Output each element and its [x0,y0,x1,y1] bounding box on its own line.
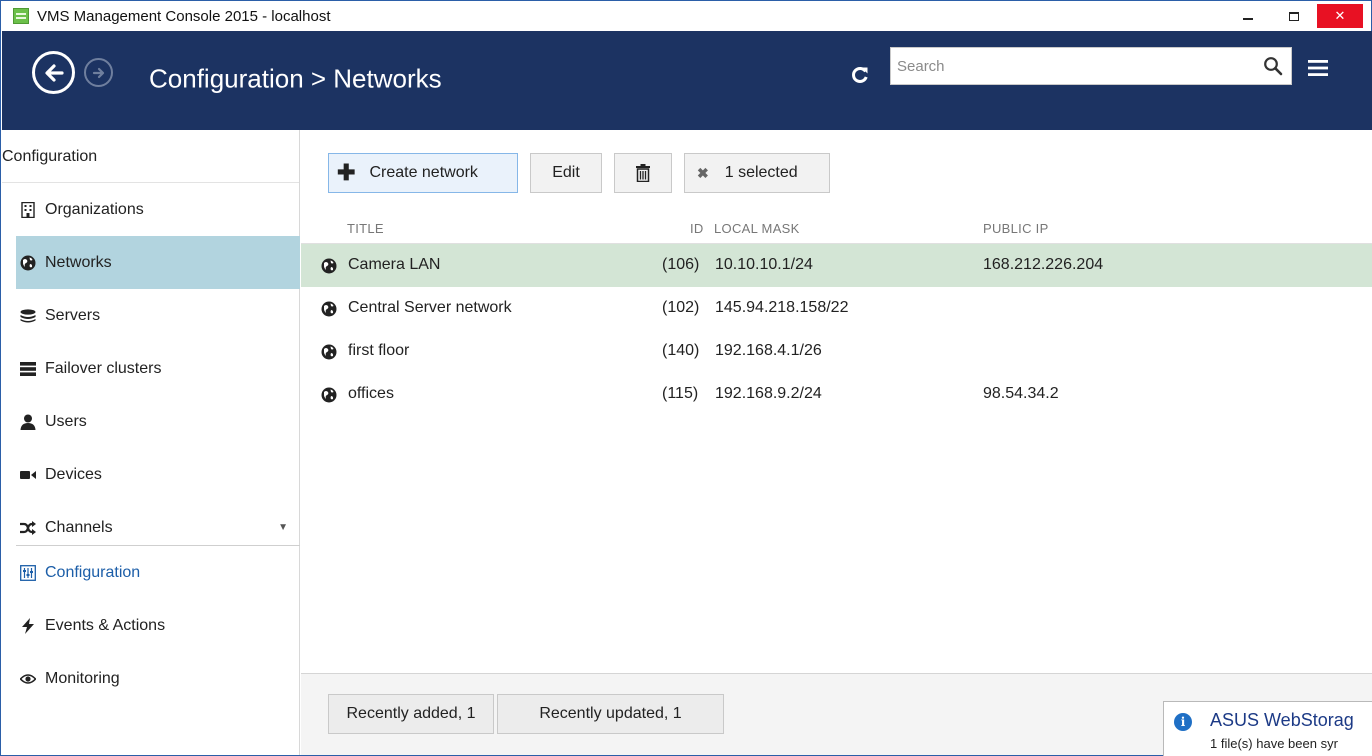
cell-id: (106) [662,256,700,273]
forward-icon [92,67,104,78]
sidebar-item-label: Failover clusters [45,359,162,377]
cell-title: Central Server network [348,299,512,316]
column-header-id[interactable]: ID [690,221,704,236]
maximize-icon [1289,11,1299,21]
title-bar: VMS Management Console 2015 - localhost … [1,1,1371,31]
table-header: TITLE ID LOCAL MASK PUBLIC IP [301,216,1372,244]
globe-icon [321,258,337,274]
sidebar: Configuration Organizations Networks Ser… [2,130,300,755]
breadcrumb: Configuration > Networks [149,63,442,94]
section-configuration[interactable]: Configuration [16,546,300,599]
sidebar-item-failover-clusters[interactable]: Failover clusters [16,342,300,395]
back-icon [44,63,64,82]
trash-icon [636,164,650,182]
search-icon[interactable] [1263,56,1283,76]
sidebar-item-label: Channels [45,518,113,536]
refresh-icon[interactable] [850,65,870,85]
search-box [890,47,1292,85]
servers-icon [20,308,36,324]
toast-body: 1 file(s) have been syr [1210,736,1338,751]
column-header-local-mask[interactable]: LOCAL MASK [714,221,800,236]
clear-selection-button[interactable]: ✖ 1 selected [684,153,830,193]
delete-button[interactable] [614,153,672,193]
info-icon: i [1174,713,1192,731]
lightning-icon [20,617,36,634]
cell-local-mask: 192.168.9.2/24 [715,385,822,402]
globe-icon [321,387,337,403]
caret-down-icon[interactable]: ▼ [278,522,288,533]
cluster-icon [20,361,36,377]
sidebar-item-users[interactable]: Users [16,395,300,448]
close-icon: ✕ [1334,8,1346,23]
section-label: Events & Actions [45,616,166,634]
back-button[interactable] [32,51,75,94]
recently-updated-button[interactable]: Recently updated, 1 [497,694,724,734]
column-header-title[interactable]: TITLE [347,221,384,236]
cell-local-mask: 10.10.10.1/24 [715,256,813,273]
toolbar: ✚ Create network Edit ✖ 1 selected [328,153,842,193]
table-row[interactable]: offices (115) 192.168.9.2/24 98.54.34.2 [301,373,1372,416]
eye-icon [20,671,36,687]
notification-toast[interactable]: i ASUS WebStorag 1 file(s) have been syr [1163,701,1372,756]
window-title: VMS Management Console 2015 - localhost [37,7,331,25]
cell-id: (140) [662,342,700,359]
app-window: VMS Management Console 2015 - localhost … [0,0,1372,756]
sidebar-heading: Configuration [2,130,299,183]
close-button[interactable]: ✕ [1317,4,1363,28]
app-logo-icon [13,8,29,24]
sidebar-item-label: Users [45,412,87,430]
section-label: Monitoring [45,669,120,687]
cell-id: (115) [662,385,699,402]
window-controls: ✕ [1225,1,1371,31]
cell-public-ip: 168.212.226.204 [983,256,1104,273]
globe-icon [321,344,337,360]
search-input[interactable] [891,48,1251,84]
create-network-button[interactable]: ✚ Create network [328,153,518,193]
maximize-button[interactable] [1271,1,1317,31]
globe-icon [321,301,337,317]
user-icon [20,414,36,430]
app-header: Configuration > Networks [2,31,1372,130]
sidebar-item-servers[interactable]: Servers [16,289,300,342]
cell-title: first floor [348,342,410,359]
cell-public-ip: 98.54.34.2 [983,385,1059,402]
menu-icon[interactable] [1308,60,1328,76]
forward-button[interactable] [84,58,113,87]
section-events-actions[interactable]: Events & Actions [16,599,300,652]
table-row[interactable]: Camera LAN (106) 10.10.10.1/24 168.212.2… [301,244,1372,287]
table-row[interactable]: Central Server network (102) 145.94.218.… [301,287,1372,330]
section-switcher: Configuration Events & Actions Monitorin… [16,546,300,705]
camera-icon [20,467,36,483]
cell-title: offices [348,385,394,402]
table-row[interactable]: first floor (140) 192.168.4.1/26 [301,330,1372,373]
clear-icon: ✖ [697,164,709,181]
sidebar-item-label: Networks [45,253,112,271]
sidebar-item-organizations[interactable]: Organizations [16,183,300,236]
cell-local-mask: 145.94.218.158/22 [715,299,849,316]
cell-id: (102) [662,299,700,316]
shuffle-icon [20,520,36,536]
sidebar-item-label: Servers [45,306,101,324]
sidebar-item-devices[interactable]: Devices [16,448,300,501]
edit-button[interactable]: Edit [530,153,602,193]
building-icon [20,201,36,218]
minimize-button[interactable] [1225,1,1271,31]
section-monitoring[interactable]: Monitoring [16,652,300,705]
cell-local-mask: 192.168.4.1/26 [715,342,822,359]
plus-icon: ✚ [337,160,356,185]
cell-title: Camera LAN [348,256,441,273]
sidebar-item-networks[interactable]: Networks [16,236,300,289]
minimize-icon [1243,18,1253,20]
main-panel: ✚ Create network Edit ✖ 1 selected TITLE… [301,130,1372,755]
sidebar-nav: Organizations Networks Servers Failover … [16,183,300,554]
networks-table: Camera LAN (106) 10.10.10.1/24 168.212.2… [301,244,1372,416]
globe-icon [20,255,36,271]
sidebar-item-label: Devices [45,465,102,483]
sidebar-item-label: Organizations [45,200,144,218]
column-header-public-ip[interactable]: PUBLIC IP [983,221,1049,236]
section-label: Configuration [45,563,141,581]
toast-title: ASUS WebStorag [1210,710,1354,730]
recently-added-button[interactable]: Recently added, 1 [328,694,494,734]
sliders-icon [20,564,36,581]
